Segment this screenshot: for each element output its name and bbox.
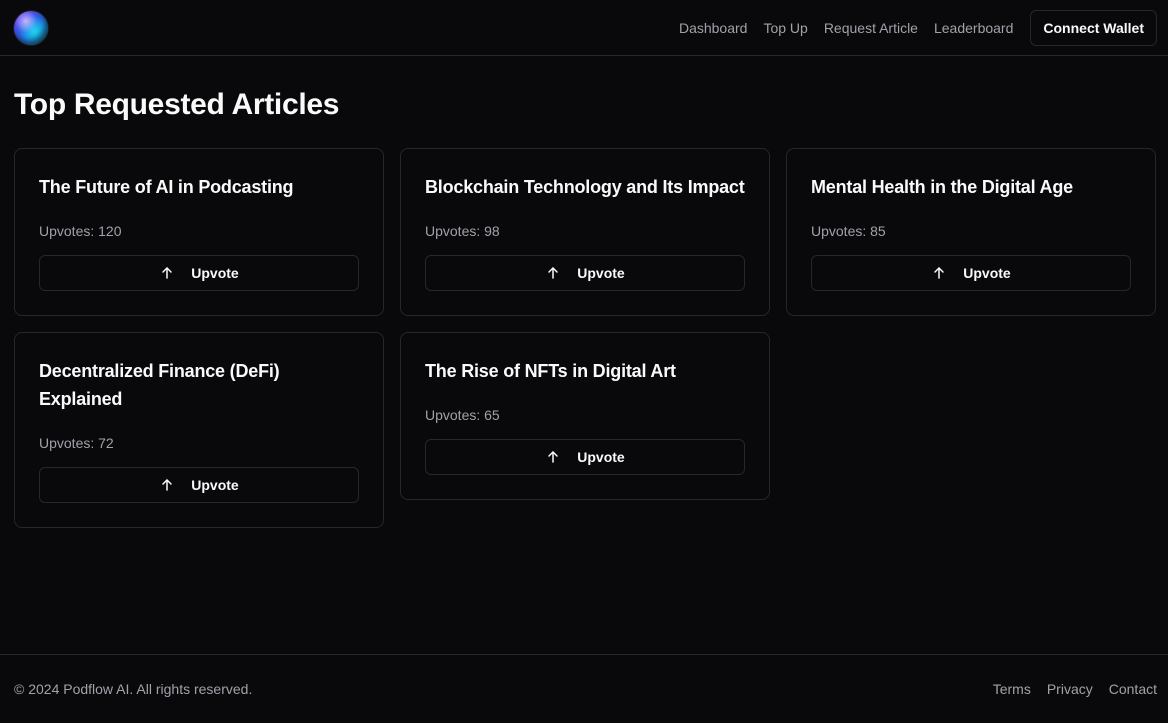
article-upvote-count: Upvotes: 98 — [425, 223, 500, 239]
footer-link-contact[interactable]: Contact — [1109, 681, 1157, 697]
upvote-button-label: Upvote — [577, 449, 625, 465]
articles-grid: The Future of AI in Podcasting Upvotes: … — [14, 148, 1157, 528]
page: Dashboard Top Up Request Article Leaderb… — [0, 0, 1168, 723]
article-upvote-count: Upvotes: 120 — [39, 223, 122, 239]
article-title: Blockchain Technology and Its Impact — [425, 177, 745, 197]
article-card: The Rise of NFTs in Digital Art Upvotes:… — [400, 332, 770, 500]
article-upvote-count: Upvotes: 85 — [811, 223, 886, 239]
article-title: The Future of AI in Podcasting — [39, 177, 294, 197]
upvote-button[interactable]: Upvote — [39, 467, 359, 503]
article-card: The Future of AI in Podcasting Upvotes: … — [14, 148, 384, 316]
upvote-button[interactable]: Upvote — [811, 255, 1131, 291]
article-upvote-count: Upvotes: 72 — [39, 435, 114, 451]
arrow-up-icon — [159, 265, 175, 281]
nav-link-top-up[interactable]: Top Up — [763, 20, 807, 36]
top-navbar: Dashboard Top Up Request Article Leaderb… — [0, 0, 1168, 56]
upvote-button[interactable]: Upvote — [39, 255, 359, 291]
upvote-button-label: Upvote — [577, 265, 625, 281]
arrow-up-icon — [545, 449, 561, 465]
footer-link-terms[interactable]: Terms — [993, 681, 1031, 697]
upvote-button[interactable]: Upvote — [425, 439, 745, 475]
page-title: Top Requested Articles — [14, 88, 340, 121]
footer-links: Terms Privacy Contact — [993, 681, 1157, 697]
article-title: Mental Health in the Digital Age — [811, 177, 1073, 197]
upvote-button-label: Upvote — [191, 265, 239, 281]
logo-icon[interactable] — [14, 10, 48, 45]
nav-link-request-article[interactable]: Request Article — [824, 20, 918, 36]
footer: © 2024 Podflow AI. All rights reserved. … — [0, 654, 1168, 723]
connect-wallet-button[interactable]: Connect Wallet — [1030, 9, 1157, 46]
arrow-up-icon — [931, 265, 947, 281]
arrow-up-icon — [545, 265, 561, 281]
upvote-button-label: Upvote — [191, 477, 239, 493]
article-upvote-count: Upvotes: 65 — [425, 407, 500, 423]
article-title: The Rise of NFTs in Digital Art — [425, 361, 676, 381]
article-card: Blockchain Technology and Its Impact Upv… — [400, 148, 770, 316]
nav-link-leaderboard[interactable]: Leaderboard — [934, 20, 1013, 36]
main-nav: Dashboard Top Up Request Article Leaderb… — [679, 9, 1157, 46]
arrow-up-icon — [159, 477, 175, 493]
copyright-text: © 2024 Podflow AI. All rights reserved. — [14, 681, 253, 697]
footer-link-privacy[interactable]: Privacy — [1047, 681, 1093, 697]
nav-link-dashboard[interactable]: Dashboard — [679, 20, 748, 36]
article-card: Decentralized Finance (DeFi) Explained U… — [14, 332, 384, 528]
article-title: Decentralized Finance (DeFi) Explained — [39, 361, 280, 409]
article-card: Mental Health in the Digital Age Upvotes… — [786, 148, 1156, 316]
upvote-button[interactable]: Upvote — [425, 255, 745, 291]
upvote-button-label: Upvote — [963, 265, 1011, 281]
